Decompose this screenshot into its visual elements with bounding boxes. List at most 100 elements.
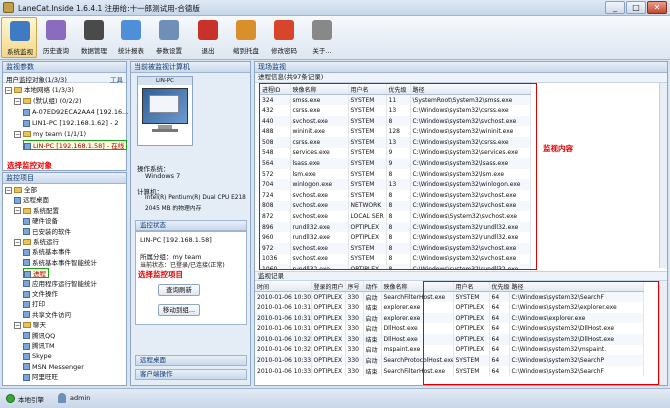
table-cell: 结束	[363, 365, 382, 377]
table-row[interactable]: 1060 rundll32.exe OPTIPLEX 8 C:\Windows\syst…	[260, 264, 531, 269]
tree-item[interactable]: MSN Messenger	[23, 362, 84, 372]
monitor-params-header: 监视参数	[3, 62, 126, 73]
tree-item[interactable]: − 聊天	[14, 320, 46, 330]
table-row[interactable]: 548 services.exe SYSTEM 9 C:\Windows\system3…	[260, 147, 531, 159]
client-operation-header[interactable]: 客户端操作	[135, 369, 247, 380]
tree-item-label: my team (1/1/1)	[33, 130, 87, 138]
toolbar-button-5[interactable]: 退出	[190, 17, 226, 58]
item-icon	[23, 332, 30, 340]
table-row[interactable]: 432 csrss.exe SYSTEM 13 C:\Windows\system32\…	[260, 105, 531, 116]
tree-item[interactable]: − (默认组) (0/2/2)	[14, 96, 82, 106]
expand-toggle-icon[interactable]: −	[5, 86, 12, 94]
table-cell: OPTIPLEX	[348, 232, 387, 243]
expand-toggle-icon[interactable]: −	[14, 130, 21, 138]
tree-item[interactable]: 已安装的软件	[23, 227, 71, 237]
table-cell: SYSTEM	[348, 105, 387, 116]
table-cell: rundll32.exe	[290, 264, 349, 269]
table-row[interactable]: 508 csrss.exe SYSTEM 13 C:\Windows\system32\…	[260, 136, 531, 148]
tree-item[interactable]: − 系统配置	[14, 206, 59, 216]
tools-menu[interactable]: 工具	[110, 74, 123, 84]
expand-toggle-icon[interactable]: −	[14, 207, 21, 215]
close-button[interactable]: ✕	[647, 1, 667, 14]
table-cell: C:\Windows\system32\lsass.exe	[410, 158, 531, 169]
column-header[interactable]: 序号	[345, 281, 364, 293]
tree-item[interactable]: 应用程序运行智能统计	[23, 279, 97, 289]
table-cell: 564	[260, 158, 291, 169]
expand-toggle-icon[interactable]: −	[14, 97, 21, 105]
tree-item[interactable]: A-07ED92ECA2AA4 [192.16...	[23, 107, 128, 117]
toolbar-button-3[interactable]: 统计报表	[113, 17, 149, 58]
toolbar-button-2[interactable]: 数据管理	[76, 17, 112, 58]
tree-item[interactable]: 共享文件访问	[23, 310, 71, 320]
expand-toggle-icon[interactable]: −	[5, 186, 12, 194]
toolbar-button-6[interactable]: 缩到托盘	[228, 17, 264, 58]
remote-desktop-header[interactable]: 远程桌面	[135, 355, 247, 366]
toolbar-button-0[interactable]: 系统监视	[1, 17, 37, 58]
process-scrollbar[interactable]	[659, 83, 667, 268]
table-row[interactable]: 724 svchost.exe SYSTEM 8 C:\Windows\system32…	[260, 189, 531, 201]
log-scrollbar[interactable]	[659, 281, 667, 385]
table-row[interactable]: 564 lsass.exe SYSTEM 9 C:\Windows\system32\l…	[260, 158, 531, 169]
tree-item[interactable]: − my team (1/1/1)	[14, 129, 86, 139]
tree-item[interactable]: LIN-PC [192.168.1.58] - 在线	[23, 140, 128, 150]
table-row[interactable]: 808 svchost.exe NETWORK 8 C:\Windows\system3…	[260, 200, 531, 212]
toolbar-button-8[interactable]: 关于...	[304, 17, 340, 58]
column-header[interactable]: 动作	[363, 281, 382, 293]
column-header[interactable]: 用户名	[348, 84, 387, 96]
monitor-status-header[interactable]: 监控状态	[135, 220, 247, 231]
tree-item[interactable]: − 全部	[5, 185, 37, 195]
table-row[interactable]: 972 svchost.exe SYSTEM 8 C:\Windows\system32…	[260, 242, 531, 254]
minimize-button[interactable]: _	[605, 1, 625, 14]
column-header[interactable]: 映像名称	[290, 84, 349, 96]
table-row[interactable]: 704 winlogon.exe SYSTEM 13 C:\Windows\system…	[260, 179, 531, 190]
expand-toggle-icon[interactable]: −	[14, 238, 21, 246]
table-row[interactable]: 960 rundll32.exe OPTIPLEX 8 C:\Windows\syste…	[260, 232, 531, 243]
tree-item[interactable]: 远程桌面	[14, 195, 49, 205]
maximize-button[interactable]: □	[626, 1, 646, 14]
tree-item[interactable]: 文件操作	[23, 289, 58, 299]
table-cell: C:\Windows\system32\svchost.exe	[410, 253, 531, 265]
item-icon	[23, 259, 30, 267]
table-row[interactable]: 488 wininit.exe SYSTEM 128 C:\Windows\system…	[260, 126, 531, 137]
tree-item[interactable]: 硬件设备	[23, 216, 58, 226]
table-row[interactable]: 572 lsm.exe SYSTEM 8 C:\Windows\system32\lsm…	[260, 168, 531, 180]
toolbar-button-7[interactable]: 修改密码	[266, 17, 302, 58]
process-table[interactable]: 进程ID 映像名称 用户名 优先级 路径 324 smss.exe SYSTEM 11 \Syst…	[259, 83, 537, 270]
table-row[interactable]: 872 svchost.exe LOCAL SER 8 C:\Windows\Syste…	[260, 211, 531, 222]
table-row[interactable]: 324 smss.exe SYSTEM 11 \SystemRoot\System32\…	[260, 94, 531, 106]
folder-icon	[23, 98, 31, 104]
tree-item[interactable]: 进程	[23, 268, 49, 279]
item-icon	[23, 280, 30, 288]
tree-item[interactable]: 系统基本事件	[23, 247, 71, 257]
expand-toggle-icon[interactable]: −	[14, 321, 21, 329]
item-icon	[23, 119, 30, 127]
column-header[interactable]: 登录的用户	[311, 281, 346, 293]
table-row[interactable]: 896 rundll32.exe OPTIPLEX 8 C:\Windows\syste…	[260, 221, 531, 233]
table-cell: winlogon.exe	[290, 179, 349, 190]
tree-item[interactable]: 腾讯QQ	[23, 331, 55, 341]
tree-item[interactable]: 阿里旺旺	[23, 372, 58, 382]
tree-item[interactable]: 打印	[23, 299, 45, 309]
column-header[interactable]: 进程ID	[260, 84, 291, 96]
tree-item[interactable]: Skype	[23, 351, 52, 361]
tree-item-label: 已安装的软件	[32, 227, 71, 236]
table-row[interactable]: 440 svchost.exe SYSTEM 8 C:\Windows\system32…	[260, 115, 531, 127]
tree-item[interactable]: LIN1-PC [192.168.1.62] - 2	[23, 118, 119, 128]
column-header[interactable]: 优先级	[386, 84, 411, 96]
history-icon	[46, 20, 66, 40]
toolbar-button-1[interactable]: 历史查询	[38, 17, 74, 58]
column-header[interactable]: 路径	[410, 84, 531, 96]
pc-thumbnail[interactable]: LIN-PC	[137, 76, 193, 146]
column-header[interactable]: 时间	[255, 281, 312, 293]
tree-item[interactable]: − 本地网络 (1/3/3)	[5, 85, 74, 95]
table-row[interactable]: 1036 svchost.exe SYSTEM 8 C:\Windows\system3…	[260, 253, 531, 265]
tree-item[interactable]: 腾讯TM	[23, 341, 55, 351]
refresh-button[interactable]: 查询刷新	[158, 284, 200, 296]
table-cell: OPTIPLEX	[311, 333, 346, 345]
move-to-group-button[interactable]: 移动到组...	[158, 304, 200, 316]
tree-item[interactable]: − 系统运行	[14, 237, 59, 247]
table-cell: SYSTEM	[348, 242, 387, 254]
table-cell: lsass.exe	[290, 158, 349, 169]
toolbar-button-4[interactable]: 参数设置	[151, 17, 187, 58]
tree-item[interactable]: 系统基本事件智能统计	[23, 258, 97, 268]
